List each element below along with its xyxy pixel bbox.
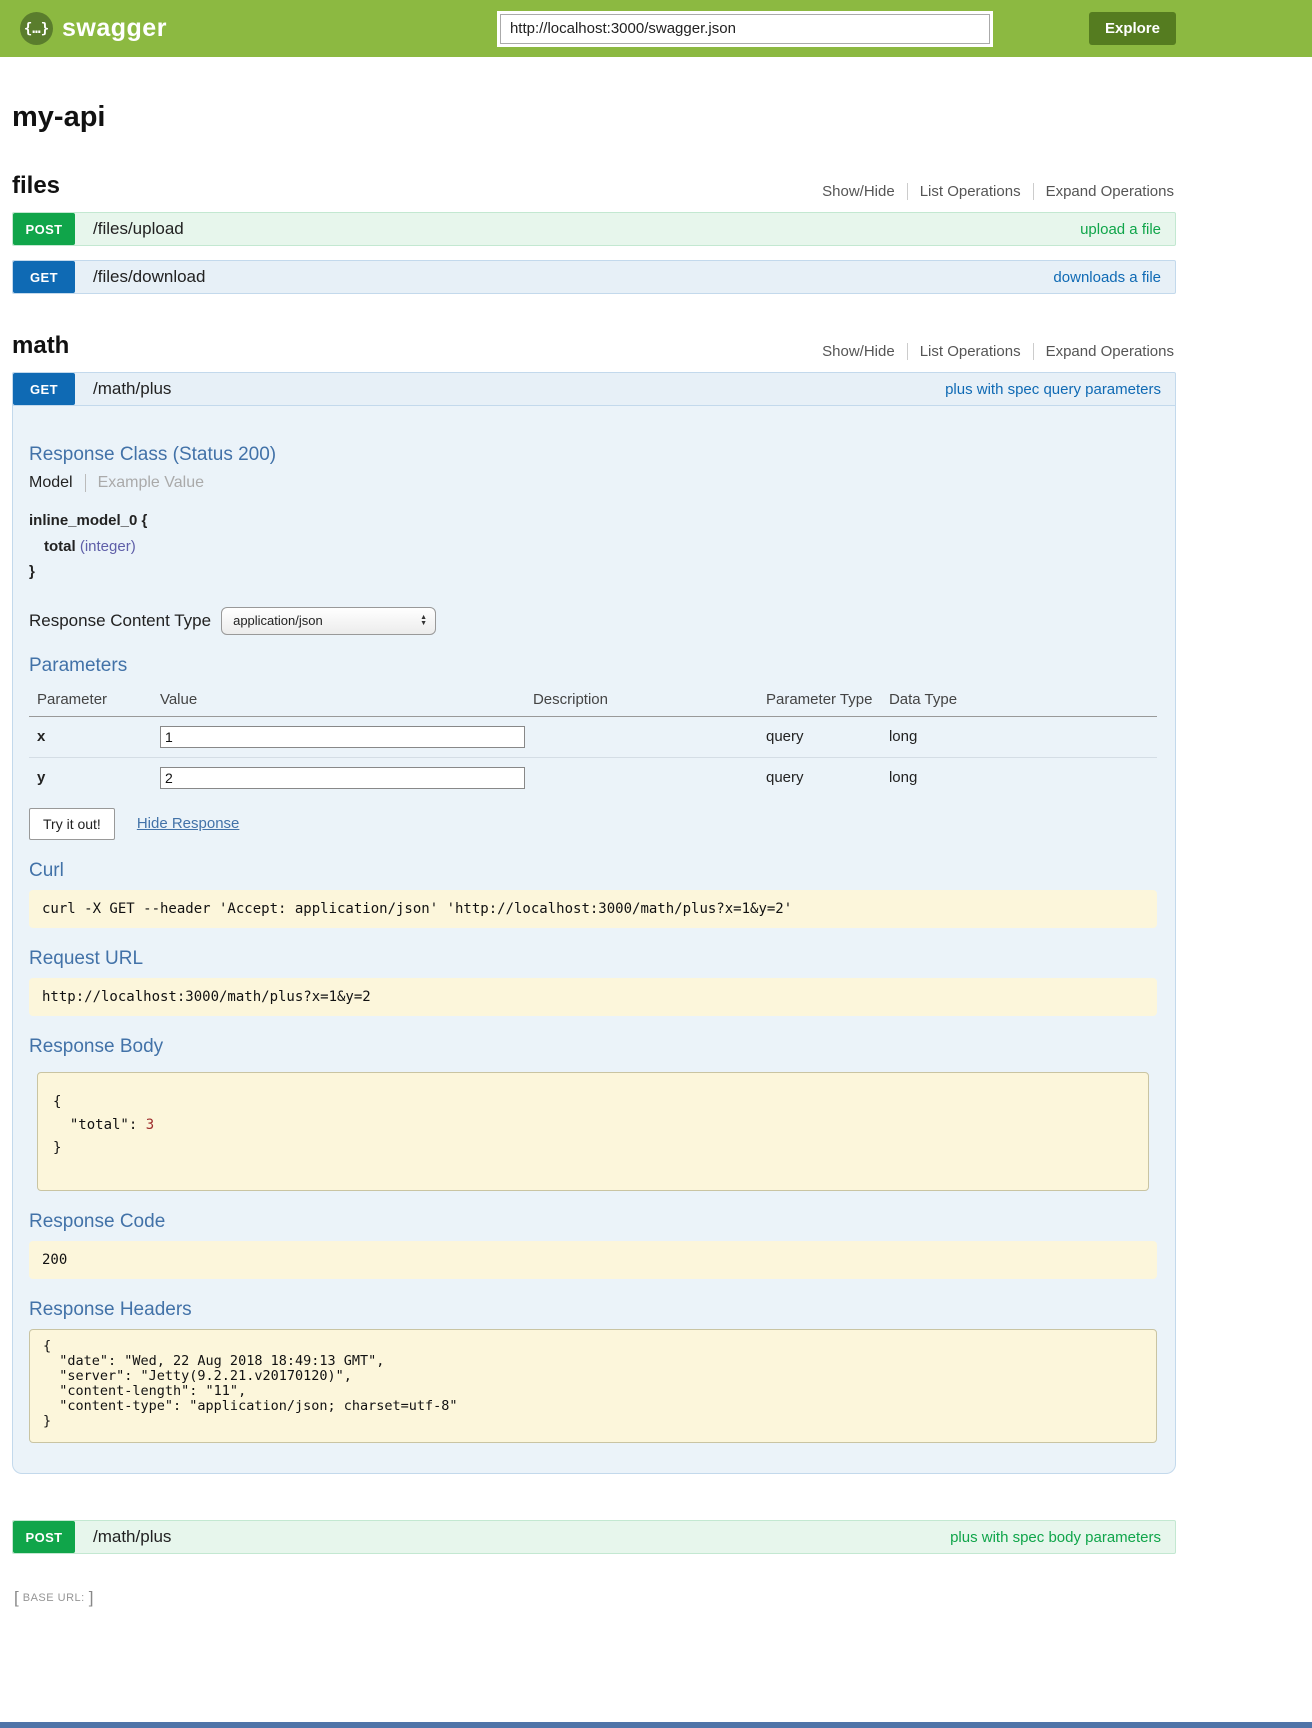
param-data-type: long <box>881 716 1157 757</box>
section-title-math[interactable]: math <box>12 332 69 360</box>
param-row-x: x query long <box>29 716 1157 757</box>
show-hide-link[interactable]: Show/Hide <box>810 343 907 360</box>
response-headers-value: { "date": "Wed, 22 Aug 2018 18:49:13 GMT… <box>29 1329 1157 1444</box>
param-description <box>525 757 758 798</box>
section-math: math Show/Hide List Operations Expand Op… <box>12 332 1176 1554</box>
endpoint-post-files-upload[interactable]: POST /files/upload upload a file <box>12 212 1176 246</box>
section-title-files[interactable]: files <box>12 172 60 200</box>
param-name: x <box>29 716 152 757</box>
select-arrows-icon: ▲▼ <box>406 615 427 627</box>
endpoint-get-math-plus[interactable]: GET /math/plus plus with spec query para… <box>12 372 1176 406</box>
param-type: query <box>758 757 881 798</box>
endpoint-summary-link[interactable]: upload a file <box>1080 221 1161 238</box>
list-operations-link[interactable]: List Operations <box>907 183 1033 200</box>
response-content-type-label: Response Content Type <box>29 611 211 631</box>
model-signature: inline_model_0 { total (integer) } <box>29 508 1157 585</box>
col-header-value: Value <box>152 685 525 717</box>
endpoint-path[interactable]: /files/upload <box>93 219 184 239</box>
list-operations-link[interactable]: List Operations <box>907 343 1033 360</box>
tab-example-value[interactable]: Example Value <box>86 474 204 492</box>
top-navbar: {…} swagger Explore <box>0 0 1312 57</box>
col-header-parameter: Parameter <box>29 685 152 717</box>
expand-operations-link[interactable]: Expand Operations <box>1033 343 1176 360</box>
hide-response-link[interactable]: Hide Response <box>137 815 240 832</box>
curl-heading: Curl <box>29 860 1157 882</box>
json-number: 3 <box>146 1117 154 1133</box>
endpoint-summary-link[interactable]: plus with spec body parameters <box>950 1529 1161 1546</box>
bottom-divider <box>0 1722 1312 1728</box>
endpoint-path[interactable]: /math/plus <box>93 379 171 399</box>
param-description <box>525 716 758 757</box>
page-title: my-api <box>12 101 1176 134</box>
request-url-value: http://localhost:3000/math/plus?x=1&y=2 <box>29 978 1157 1016</box>
method-badge: GET <box>13 373 75 405</box>
tab-model[interactable]: Model <box>29 474 86 492</box>
method-badge: GET <box>13 261 75 293</box>
show-hide-link[interactable]: Show/Hide <box>810 183 907 200</box>
response-class-heading: Response Class (Status 200) <box>29 444 1157 466</box>
response-body-value: { "total": 3} <box>37 1072 1149 1191</box>
endpoint-path[interactable]: /math/plus <box>93 1527 171 1547</box>
col-header-description: Description <box>525 685 758 717</box>
section-files: files Show/Hide List Operations Expand O… <box>12 172 1176 294</box>
base-url-footer: [ BASE URL: ] <box>14 1588 1176 1608</box>
expand-operations-link[interactable]: Expand Operations <box>1033 183 1176 200</box>
swagger-logo: {…} swagger <box>20 12 167 45</box>
response-headers-heading: Response Headers <box>29 1299 1157 1321</box>
brand-name: swagger <box>62 14 167 43</box>
request-url-heading: Request URL <box>29 948 1157 970</box>
param-data-type: long <box>881 757 1157 798</box>
section-controls: Show/Hide List Operations Expand Operati… <box>810 183 1176 200</box>
model-prop-name: total <box>44 538 76 555</box>
model-prop-type: (integer) <box>80 538 136 555</box>
method-badge: POST <box>13 213 75 245</box>
param-row-y: y query long <box>29 757 1157 798</box>
response-code-heading: Response Code <box>29 1211 1157 1233</box>
endpoint-path[interactable]: /files/download <box>93 267 205 287</box>
curl-command: curl -X GET --header 'Accept: applicatio… <box>29 890 1157 928</box>
param-type: query <box>758 716 881 757</box>
response-code-value: 200 <box>29 1241 1157 1279</box>
endpoint-summary-link[interactable]: downloads a file <box>1053 269 1161 286</box>
endpoint-post-math-plus[interactable]: POST /math/plus plus with spec body para… <box>12 1520 1176 1554</box>
col-header-parameter-type: Parameter Type <box>758 685 881 717</box>
parameters-heading: Parameters <box>29 655 1157 677</box>
spec-url-input[interactable] <box>500 14 990 44</box>
col-header-data-type: Data Type <box>881 685 1157 717</box>
swagger-logo-icon: {…} <box>20 12 53 45</box>
response-body-heading: Response Body <box>29 1036 1157 1058</box>
method-badge: POST <box>13 1521 75 1553</box>
try-it-out-button[interactable]: Try it out! <box>29 808 115 840</box>
param-x-input[interactable] <box>160 726 525 748</box>
explore-button[interactable]: Explore <box>1089 12 1176 45</box>
base-url-label: BASE URL: <box>19 1592 89 1604</box>
parameters-table: Parameter Value Description Parameter Ty… <box>29 685 1157 798</box>
param-name: y <box>29 757 152 798</box>
param-y-input[interactable] <box>160 767 525 789</box>
response-content-type-select[interactable]: application/json ▲▼ <box>221 607 436 635</box>
section-controls: Show/Hide List Operations Expand Operati… <box>810 343 1176 360</box>
operation-detail-panel: Response Class (Status 200) Model Exampl… <box>12 406 1176 1474</box>
endpoint-get-files-download[interactable]: GET /files/download downloads a file <box>12 260 1176 294</box>
endpoint-summary-link[interactable]: plus with spec query parameters <box>945 381 1161 398</box>
